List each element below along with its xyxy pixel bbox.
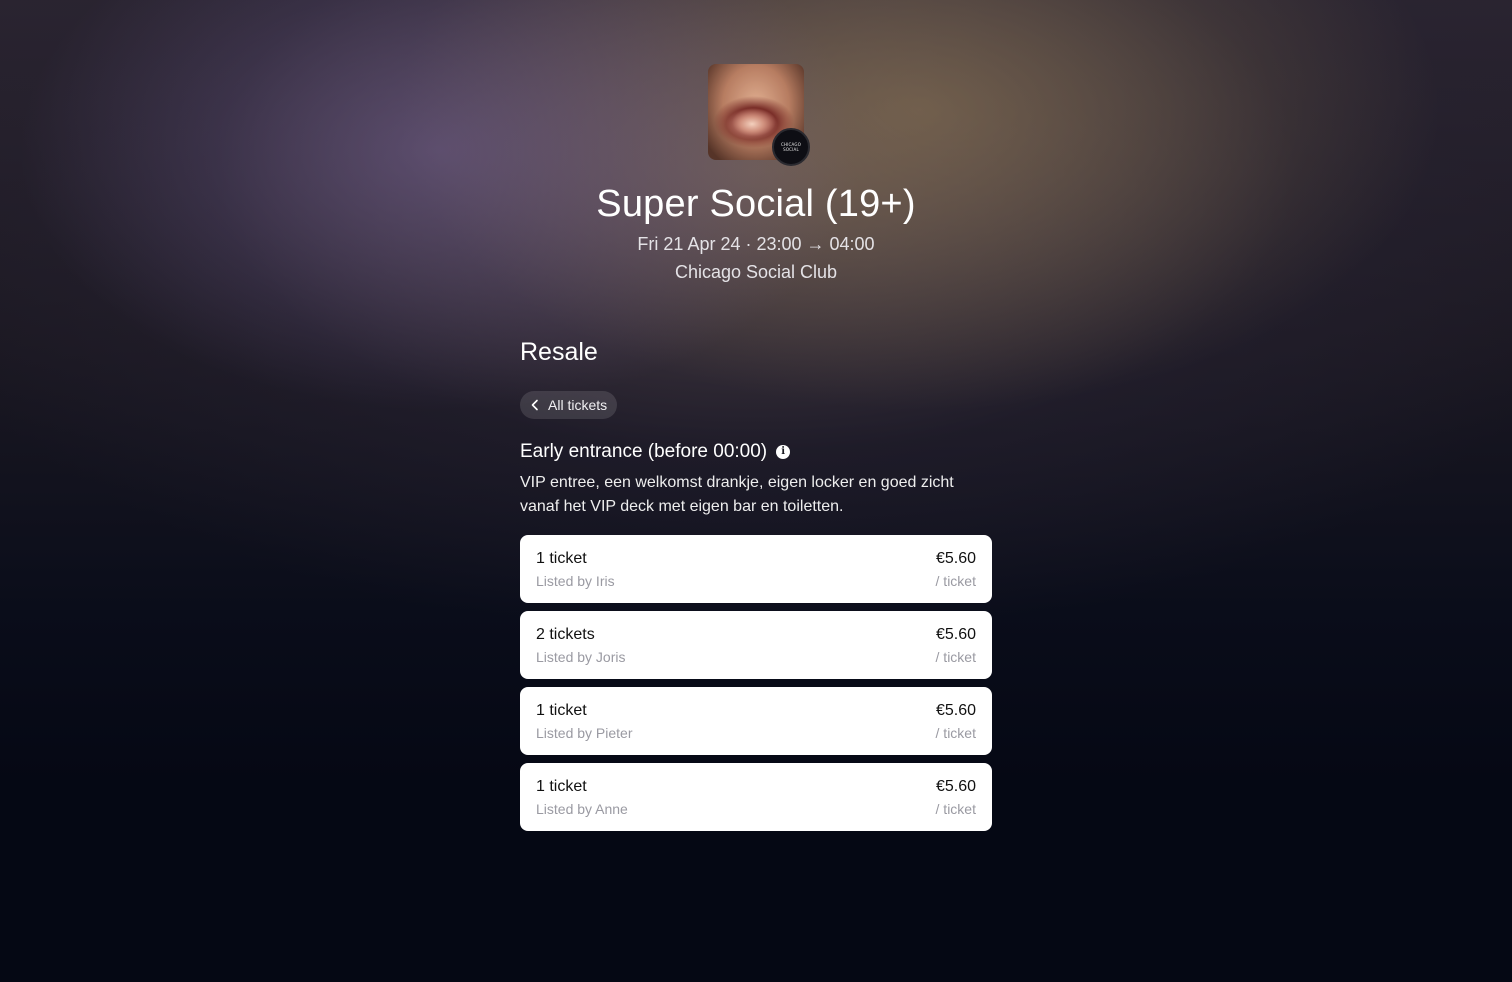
organizer-logo: CHICAGO SOCIAL — [772, 128, 810, 166]
event-datetime: Fri 21 Apr 24 · 23:00 → 04:00 — [637, 234, 875, 254]
listing-price-unit: / ticket — [935, 649, 976, 665]
listing-price: €5.60 — [935, 550, 976, 567]
listing-pricing: €5.60 / ticket — [936, 776, 976, 820]
all-tickets-label: All tickets — [548, 397, 608, 413]
organizer-logo-text: CHICAGO SOCIAL — [780, 142, 802, 152]
event-title: Super Social (19+) — [596, 183, 916, 225]
listing-seller: Listed by Anne — [536, 801, 628, 817]
listings: 1 ticket Listed by Iris €5.60 / ticket 2… — [520, 535, 992, 831]
event-header: CHICAGO SOCIAL Super Social (19+) Fri 21… — [0, 64, 1512, 286]
listing-price-unit: / ticket — [935, 573, 976, 589]
listing-pricing: €5.60 / ticket — [936, 624, 976, 668]
listing-price: €5.60 — [935, 626, 976, 643]
listing-price-unit: / ticket — [935, 725, 976, 741]
all-tickets-back-button[interactable]: All tickets — [520, 391, 618, 419]
chevron-left-icon — [531, 399, 538, 411]
listing-price: €5.60 — [935, 778, 976, 795]
listing-item[interactable]: 1 ticket Listed by Anne €5.60 / ticket — [520, 763, 992, 831]
listing-pricing: €5.60 / ticket — [936, 548, 976, 592]
info-icon[interactable]: i — [776, 445, 791, 459]
listing-quantity: 2 tickets — [536, 626, 595, 643]
ticket-type-heading: Early entrance (before 00:00) i — [520, 439, 992, 465]
listing-quantity: 1 ticket — [536, 702, 587, 719]
listing-item[interactable]: 1 ticket Listed by Pieter €5.60 / ticket — [520, 687, 992, 755]
section-title: Resale — [520, 338, 598, 366]
listing-item[interactable]: 1 ticket Listed by Iris €5.60 / ticket — [520, 535, 992, 603]
ticket-type-name: Early entrance (before 00:00) — [520, 441, 768, 462]
resale-page: CHICAGO SOCIAL Super Social (19+) Fri 21… — [0, 0, 1512, 982]
listing-quantity: 1 ticket — [536, 550, 587, 567]
listing-info: 2 tickets Listed by Joris — [536, 624, 625, 668]
listing-seller: Listed by Joris — [536, 649, 626, 665]
listing-price-unit: / ticket — [935, 801, 976, 817]
listing-item[interactable]: 2 tickets Listed by Joris €5.60 / ticket — [520, 611, 992, 679]
ticket-type-description: VIP entree, een welkomst drankje, eigen … — [520, 474, 954, 515]
listing-quantity: 1 ticket — [536, 778, 587, 795]
listing-info: 1 ticket Listed by Iris — [536, 548, 615, 592]
listing-pricing: €5.60 / ticket — [936, 700, 976, 744]
event-venue: Chicago Social Club — [674, 262, 838, 282]
event-image: CHICAGO SOCIAL — [708, 64, 810, 166]
listing-info: 1 ticket Listed by Pieter — [536, 700, 633, 744]
listing-info: 1 ticket Listed by Anne — [536, 776, 628, 820]
listing-seller: Listed by Iris — [536, 573, 615, 589]
listing-price: €5.60 — [935, 702, 976, 719]
listing-seller: Listed by Pieter — [536, 725, 633, 741]
resale-section: Resale All tickets Early entrance (befor… — [520, 336, 992, 839]
